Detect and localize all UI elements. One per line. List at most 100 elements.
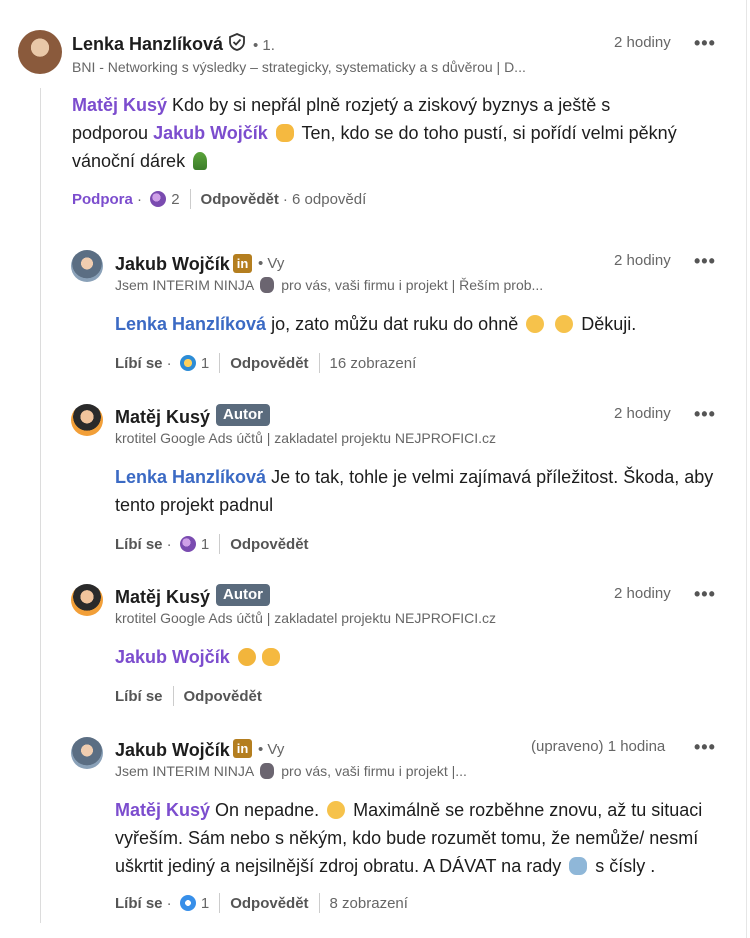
separator-dot: ·: [162, 894, 176, 912]
thread-line: [40, 88, 41, 923]
reply-time: 2 hodiny: [614, 405, 671, 422]
reaction-count[interactable]: 1: [201, 355, 209, 372]
monocle-face-emoji-icon: [327, 801, 346, 819]
comment-time: 2 hodiny: [614, 34, 671, 51]
author-headline: krotitel Google Ads účtů | zakladatel pr…: [115, 610, 497, 626]
linkedin-premium-icon: in: [233, 254, 252, 273]
mention-link[interactable]: Matěj Kusý: [115, 800, 210, 820]
like-reaction-icon[interactable]: [179, 895, 196, 911]
reply-button[interactable]: Odpovědět: [230, 536, 308, 553]
like-button[interactable]: Líbí se: [115, 355, 163, 372]
reply-author[interactable]: Jakub Wojčík: [115, 254, 230, 275]
reaction-count[interactable]: 1: [201, 895, 209, 912]
views-count: 16 zobrazení: [329, 354, 417, 372]
support-reaction-icon[interactable]: [179, 536, 196, 552]
reaction-link[interactable]: Podpora: [72, 191, 133, 208]
reply-body: Lenka Hanzlíková jo, zato můžu dat ruku …: [115, 310, 636, 338]
separator-dot: ·: [162, 354, 176, 372]
comment-text: Kdo by si nepřál plně rozjetý a ziskový …: [167, 95, 611, 115]
reply-actions: Líbí se Odpovědět: [115, 686, 262, 706]
avatar[interactable]: [71, 404, 103, 436]
divider: [219, 534, 221, 554]
reply-actions: Líbí se · 1 Odpovědět 16 zobrazení: [115, 353, 416, 373]
divider: [219, 893, 221, 913]
scientist-emoji-icon: [569, 857, 588, 875]
reply-time: (upraveno) 1 hodina: [531, 738, 666, 755]
reply-body: Lenka Hanzlíková Je to tak, tohle je vel…: [115, 463, 735, 519]
mention-link[interactable]: Jakub Wojčík: [153, 123, 268, 143]
reply-text: uškrtit jediný a nejsilnější zdroj obrat…: [115, 856, 567, 876]
reply-text: vyřeším. Sám nebo s někým, kdo bude rozu…: [115, 828, 699, 848]
reply-button[interactable]: Odpovědět: [184, 688, 262, 705]
author-badge: Autor: [216, 584, 270, 606]
reply-time: 2 hodiny: [614, 585, 671, 602]
comment-author[interactable]: Lenka Hanzlíková: [72, 34, 223, 55]
divider: [172, 686, 174, 706]
more-options-icon[interactable]: •••: [694, 585, 716, 603]
divider: [318, 353, 320, 373]
reply-text: Maximálně se rozběhne znovu, až tu situa…: [348, 800, 703, 820]
reply-button[interactable]: Odpovědět: [230, 895, 308, 912]
more-options-icon[interactable]: •••: [694, 252, 716, 270]
panel-border: [746, 0, 747, 938]
avatar[interactable]: [71, 250, 103, 282]
shushing-face-emoji-icon: [526, 315, 545, 333]
more-options-icon[interactable]: •••: [694, 34, 716, 52]
separator-dot: ·: [162, 535, 176, 553]
avatar[interactable]: [71, 737, 103, 769]
reply-text: tento projekt padnul: [115, 495, 274, 515]
comment-text: vánoční dárek: [72, 151, 191, 171]
mention-link[interactable]: Matěj Kusý: [72, 95, 167, 115]
reply-button[interactable]: Odpovědět: [201, 191, 279, 208]
verified-shield-icon: [229, 33, 245, 51]
reply-time: 2 hodiny: [614, 252, 671, 269]
reply-author[interactable]: Matěj Kusý: [115, 587, 210, 608]
comment-body: Matěj Kusý Kdo by si nepřál plně rozjetý…: [72, 91, 732, 175]
author-headline: Jsem INTERIM NINJA pro vás, vaši firmu i…: [115, 277, 544, 293]
like-button[interactable]: Líbí se: [115, 536, 163, 553]
avatar[interactable]: [18, 30, 62, 74]
replies-count[interactable]: · 6 odpovědí: [283, 191, 366, 208]
reply-text: jo, zato můžu dat ruku do ohně: [266, 314, 524, 334]
reply-body: Matěj Kusý On nepadne. Maximálně se rozb…: [115, 796, 740, 880]
reply-button[interactable]: Odpovědět: [230, 355, 308, 372]
flexed-biceps-emoji-icon: [261, 648, 280, 666]
author-headline: BNI - Networking s výsledky – strategick…: [72, 59, 526, 75]
reply-actions: Líbí se · 1 Odpovědět 8 zobrazení: [115, 893, 408, 913]
rofl-emoji-icon: [237, 648, 256, 666]
reply-actions: Líbí se · 1 Odpovědět: [115, 534, 309, 554]
author-headline: krotitel Google Ads účtů | zakladatel pr…: [115, 430, 497, 446]
avatar[interactable]: [71, 584, 103, 616]
reaction-count[interactable]: 1: [201, 536, 209, 553]
reply-text: Je to tak, tohle je velmi zajímavá příle…: [266, 467, 714, 487]
support-reaction-icon[interactable]: [150, 191, 167, 207]
reply-text: s čísly .: [590, 856, 656, 876]
more-options-icon[interactable]: •••: [694, 738, 716, 756]
mention-link[interactable]: Lenka Hanzlíková: [115, 467, 266, 487]
more-options-icon[interactable]: •••: [694, 405, 716, 423]
comment-actions: Podpora · 2 Odpovědět · 6 odpovědí: [72, 189, 366, 209]
divider: [189, 189, 191, 209]
reply-author[interactable]: Jakub Wojčík: [115, 740, 230, 761]
reply-author[interactable]: Matěj Kusý: [115, 407, 210, 428]
laughing-face-emoji-icon: [555, 315, 574, 333]
connection-degree: • 1.: [253, 37, 275, 54]
connection-degree: • Vy: [258, 255, 285, 272]
ninja-emoji-icon: [260, 763, 275, 779]
ninja-emoji-icon: [260, 277, 275, 293]
mention-link[interactable]: Lenka Hanzlíková: [115, 314, 266, 334]
connection-degree: • Vy: [258, 741, 285, 758]
reaction-count[interactable]: 2: [171, 191, 179, 208]
like-button[interactable]: Líbí se: [115, 895, 163, 912]
linkedin-premium-icon: in: [233, 739, 252, 758]
mention-link[interactable]: Jakub Wojčík: [115, 647, 230, 667]
reply-text: Děkuji.: [576, 314, 637, 334]
like-button[interactable]: Líbí se: [115, 688, 163, 705]
divider: [219, 353, 221, 373]
author-headline: Jsem INTERIM NINJA pro vás, vaši firmu i…: [115, 763, 467, 779]
comment-text: podporou: [72, 123, 154, 143]
reply-text: On nepadne.: [210, 800, 325, 820]
author-badge: Autor: [216, 404, 270, 426]
comment-text: Ten, kdo se do toho pustí, si pořídí vel…: [296, 123, 677, 143]
funny-reaction-icon[interactable]: [179, 355, 196, 371]
